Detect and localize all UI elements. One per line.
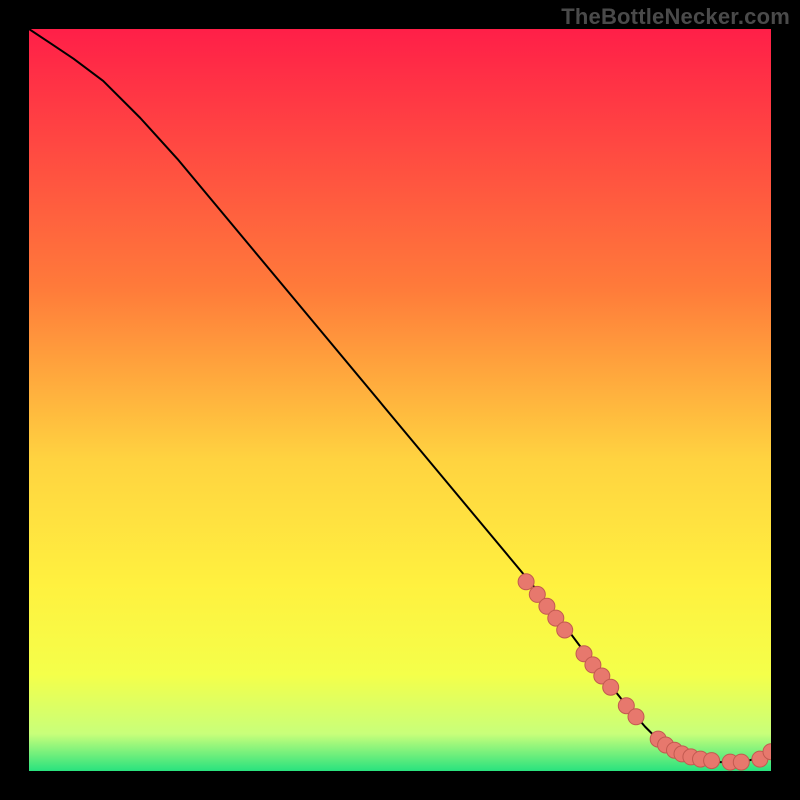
curve-marker	[704, 753, 720, 769]
curve-marker	[557, 622, 573, 638]
curve-marker	[603, 679, 619, 695]
chart-stage: TheBottleNecker.com	[0, 0, 800, 800]
curve-marker	[518, 574, 534, 590]
bottleneck-chart	[29, 29, 771, 771]
curve-marker	[628, 709, 644, 725]
gradient-background	[29, 29, 771, 771]
watermark-text: TheBottleNecker.com	[561, 4, 790, 30]
curve-marker	[733, 754, 749, 770]
